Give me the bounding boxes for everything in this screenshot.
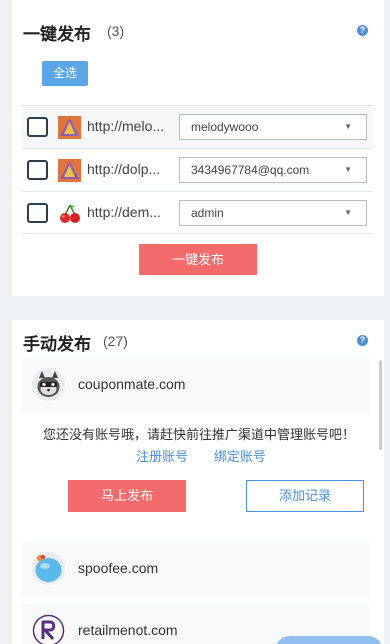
one-click-title: 一键发布 [23, 25, 91, 44]
account-checkbox[interactable] [27, 203, 48, 223]
account-row: http://dolp... 3434967784@qq.com ▼ [22, 148, 373, 191]
no-account-notice: 您还没有账号哦，请赶快前往推广渠道中管理账号吧！ 注册账号 绑定账号 [34, 424, 364, 468]
account-select-value: admin [191, 206, 224, 220]
account-select[interactable]: melodywooo ▼ [179, 114, 367, 140]
one-click-count: (3) [107, 23, 125, 39]
one-click-publish-button[interactable]: 一键发布 [139, 244, 257, 275]
letter-r-avatar-icon [32, 614, 65, 644]
account-select-value: melodywooo [191, 120, 259, 134]
site-item[interactable]: spoofee.com [22, 542, 369, 595]
add-record-button[interactable]: 添加记录 [246, 480, 364, 512]
account-select[interactable]: admin ▼ [179, 200, 367, 226]
account-url: http://dem... [87, 204, 161, 220]
triangle-logo-icon [58, 116, 81, 139]
account-url: http://dolp... [87, 161, 161, 177]
bind-account-link[interactable]: 绑定账号 [214, 449, 266, 464]
scrollbar[interactable] [379, 360, 382, 450]
account-row: http://dem... admin ▼ [22, 191, 373, 234]
site-name: retailmenot.com [78, 622, 178, 638]
notice-text: 您还没有账号哦，请赶快前往推广渠道中管理账号吧！ [42, 427, 355, 442]
site-name: spoofee.com [78, 560, 159, 576]
account-select-value: 3434967784@qq.com [191, 163, 310, 177]
blob-avatar-icon [32, 552, 65, 585]
account-url: http://melo... [87, 118, 165, 134]
chevron-down-icon: ▼ [344, 122, 352, 131]
manual-title: 手动发布 [23, 335, 91, 354]
publish-now-button[interactable]: 马上发布 [68, 480, 186, 512]
manual-count: (27) [103, 333, 128, 349]
register-account-link[interactable]: 注册账号 [136, 449, 188, 464]
account-checkbox[interactable] [27, 160, 48, 180]
account-select[interactable]: 3434967784@qq.com ▼ [179, 157, 367, 183]
one-click-publish-panel: 一键发布 (3) ? 全选 http://melo... melodywooo … [12, 0, 384, 296]
help-icon[interactable]: ? [357, 25, 368, 36]
site-name: couponmate.com [78, 376, 186, 392]
account-checkbox[interactable] [27, 117, 48, 137]
chevron-down-icon: ▼ [344, 165, 352, 174]
floating-action-button[interactable] [275, 636, 383, 644]
manual-publish-panel: 手动发布 (27) ? couponmate.com 您还没有账号哦，请赶快前往… [12, 320, 384, 644]
cherry-icon [60, 204, 80, 223]
site-item[interactable]: couponmate.com [22, 358, 369, 411]
account-list: http://melo... melodywooo ▼ http://dolp.… [22, 105, 373, 234]
select-all-button[interactable]: 全选 [42, 61, 88, 86]
raccoon-avatar-icon [32, 368, 65, 401]
help-icon[interactable]: ? [357, 335, 368, 346]
account-row: http://melo... melodywooo ▼ [22, 105, 373, 148]
triangle-logo-icon [58, 159, 81, 182]
chevron-down-icon: ▼ [344, 208, 352, 217]
